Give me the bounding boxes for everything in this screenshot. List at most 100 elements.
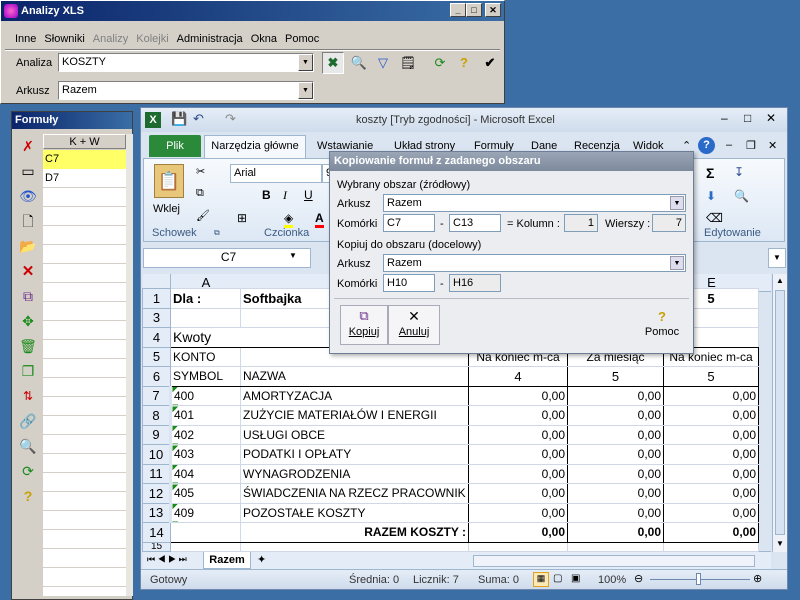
cell[interactable] [663, 541, 759, 552]
list-item[interactable]: D7 [43, 169, 126, 188]
scroll-down-icon[interactable]: ▼ [776, 539, 784, 548]
formuly-list[interactable]: C7 D7 [43, 150, 126, 596]
analizy-titlebar[interactable]: Analizy XLS _ □ ✕ [1, 1, 504, 21]
row-header[interactable]: 3 [142, 307, 171, 328]
filter-icon[interactable]: ▽ [372, 52, 394, 74]
font-color-icon[interactable]: A [315, 211, 324, 228]
sort-icon[interactable]: ⇅ [16, 384, 40, 409]
cell-symbol[interactable]: 405 [170, 483, 241, 504]
row-header[interactable]: 15 [142, 541, 171, 552]
cell-e14[interactable]: 0,00 [663, 522, 759, 543]
cell-d[interactable]: 0,00 [567, 444, 664, 465]
refresh-icon[interactable]: ⟳ [16, 459, 40, 484]
bold-button[interactable]: B [262, 188, 271, 202]
minimize-button[interactable]: _ [450, 3, 466, 17]
save-icon[interactable]: 💾 [171, 111, 187, 127]
menu-inne[interactable]: Inne [11, 30, 40, 48]
cut-icon[interactable]: ✂ [196, 165, 205, 178]
search-icon[interactable]: 🔍 [348, 52, 370, 74]
sheet-tab-razem[interactable]: Razem [203, 552, 251, 569]
menu-okna[interactable]: Okna [247, 30, 281, 48]
cell-d[interactable]: 0,00 [567, 405, 664, 426]
dialog-titlebar[interactable]: Kopiowanie formuł z zadanego obszaru [330, 152, 693, 171]
menu-kolejki[interactable]: Kolejki [132, 30, 172, 48]
row-header[interactable]: 12 [142, 483, 171, 504]
tab-narzedzia-glowne[interactable]: Narzędzia główne [204, 135, 306, 158]
cell-b6[interactable]: NAZWA [240, 366, 469, 387]
maximize-button[interactable]: □ [466, 3, 482, 17]
link-icon[interactable]: 🔗 [16, 409, 40, 434]
cell-d14[interactable]: 0,00 [567, 522, 664, 543]
italic-button[interactable]: I [283, 188, 287, 203]
refresh-icon[interactable]: ⟳ [429, 52, 451, 74]
dst-arkusz-select[interactable]: Razem ▼ [383, 254, 686, 272]
cell[interactable] [567, 541, 664, 552]
row-header[interactable]: 9 [142, 424, 171, 445]
cell-a1[interactable]: Dla : [170, 288, 241, 309]
cell-d[interactable]: 0,00 [567, 502, 664, 523]
row-header[interactable]: 10 [142, 444, 171, 465]
cell-e[interactable]: 0,00 [663, 483, 759, 504]
row-header[interactable]: 5 [142, 346, 171, 367]
minimize-button[interactable]: – [721, 111, 728, 125]
cell-e[interactable]: 0,00 [663, 424, 759, 445]
sheet-nav-icon[interactable]: ⏮ ◀ ▶ ⏭ [147, 554, 187, 565]
zoom-in-icon[interactable]: ⊕ [753, 572, 762, 585]
cell-c14[interactable]: 0,00 [468, 522, 568, 543]
row-header[interactable]: 4 [142, 327, 171, 348]
chevron-down-icon[interactable]: ▼ [298, 82, 313, 99]
cell-e[interactable]: 0,00 [663, 463, 759, 484]
duplicate-icon[interactable]: ❐ [16, 359, 40, 384]
copy-icon[interactable]: ⧉ [16, 284, 40, 309]
cell-e6[interactable]: 5 [663, 366, 759, 387]
cell-c[interactable]: 0,00 [468, 424, 568, 445]
page-break-icon[interactable]: ▣ [571, 573, 580, 584]
redo-icon[interactable]: ↷ [225, 111, 236, 127]
zoom-level[interactable]: 100% [598, 574, 626, 586]
maximize-button[interactable]: □ [744, 111, 751, 125]
cell-symbol[interactable]: 401 [170, 405, 241, 426]
cell-symbol[interactable]: 409 [170, 502, 241, 523]
cell[interactable] [170, 541, 241, 552]
normal-view-icon[interactable]: ▦ [533, 572, 549, 587]
chevron-down-icon[interactable]: ▼ [670, 196, 684, 210]
cell-e[interactable]: 0,00 [663, 444, 759, 465]
move-icon[interactable]: ✥ [16, 309, 40, 334]
zoom-out-icon[interactable]: ⊖ [634, 572, 643, 585]
src-to-field[interactable]: C13 [449, 214, 501, 232]
cell[interactable] [468, 541, 568, 552]
analiza-select[interactable]: KOSZTY ▼ [58, 53, 314, 72]
row-header[interactable]: 8 [142, 405, 171, 426]
sort-filter-icon[interactable]: ↧ [734, 165, 744, 179]
format-painter-icon[interactable]: 🖌 [196, 209, 210, 222]
tab-plik[interactable]: Plik [149, 135, 201, 157]
horizontal-scrollbar[interactable] [473, 555, 755, 567]
src-arkusz-select[interactable]: Razem ▼ [383, 194, 686, 212]
new-sheet-icon[interactable]: ✦ [257, 553, 266, 566]
delete-icon[interactable]: ✕ [16, 259, 40, 284]
cell-symbol[interactable]: 402 [170, 424, 241, 445]
borders-icon[interactable]: ⊞ [237, 211, 247, 225]
chevron-down-icon[interactable]: ▼ [670, 256, 684, 270]
scroll-up-icon[interactable]: ▲ [776, 276, 784, 285]
close-button[interactable]: ✕ [485, 3, 501, 17]
menu-analizy[interactable]: Analizy [89, 30, 132, 48]
zoom-slider-thumb[interactable] [696, 573, 701, 585]
cell-e[interactable]: 0,00 [663, 502, 759, 523]
cancel-button[interactable]: ✕ Anuluj [388, 305, 440, 345]
cell-razem-label[interactable]: RAZEM KOSZTY : [240, 522, 469, 543]
checkmark-icon[interactable]: ✔ [479, 52, 501, 74]
chevron-down-icon[interactable]: ▼ [289, 251, 297, 260]
page-layout-icon[interactable]: ▢ [553, 573, 562, 584]
cell-c6[interactable]: 4 [468, 366, 568, 387]
cell-d6[interactable]: 5 [567, 366, 664, 387]
fill-color-icon[interactable]: ◈ [284, 211, 294, 228]
cell[interactable] [240, 541, 469, 552]
formuly-titlebar[interactable]: Formuły [12, 112, 132, 129]
row-header[interactable]: 14 [142, 522, 171, 543]
cell-c[interactable]: 0,00 [468, 444, 568, 465]
copy-button[interactable]: ⧉ Kopiuj [340, 305, 388, 345]
wklej-label[interactable]: Wklej [153, 203, 180, 215]
menu-pomoc[interactable]: Pomoc [281, 30, 323, 48]
paste-icon[interactable]: 📋 [154, 164, 184, 198]
